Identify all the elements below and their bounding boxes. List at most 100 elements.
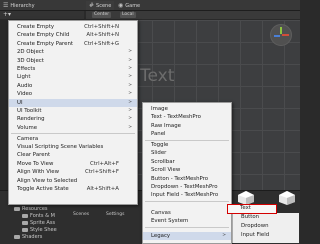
project-folder-resources[interactable]: Resources xyxy=(14,206,48,212)
menu-item-clear-parent[interactable]: Clear Parent xyxy=(9,151,137,159)
menu-item-label: Panel xyxy=(151,131,166,138)
menu-item-rendering[interactable]: Rendering > xyxy=(9,115,137,123)
project-folder-label: Shaders xyxy=(22,234,43,240)
menu-item-label: Scroll View xyxy=(151,167,181,174)
ui-item-button-textmeshpro[interactable]: Button - TextMeshPro xyxy=(143,175,231,183)
menu-item-shortcut: Ctrl+Shift+G xyxy=(83,40,119,47)
menu-item-label: Toggle xyxy=(151,142,169,148)
menu-item-label: Button - TextMeshPro xyxy=(151,175,209,182)
menu-item-label: Audio xyxy=(17,82,33,89)
menu-item-create-empty-parent[interactable]: Create Empty Parent Ctrl+Shift+G xyxy=(9,40,137,48)
menu-item-label: Slider xyxy=(151,150,167,157)
ui-item-panel[interactable]: Panel xyxy=(143,130,231,138)
project-folder-sprite-assets[interactable]: Sprite Ass xyxy=(22,220,55,226)
menu-item-volume[interactable]: Volume > xyxy=(9,124,137,132)
scene-toolbar: Center Local xyxy=(86,11,300,19)
menu-item-label: Effects xyxy=(17,66,36,72)
ui-item-scrollbar[interactable]: Scrollbar xyxy=(143,158,231,166)
menu-item-shortcut: Alt+Shift+N xyxy=(86,32,119,39)
unity-asset-icon[interactable] xyxy=(278,190,296,206)
menu-item-visual-scripting-scene-variables[interactable]: Visual Scripting Scene Variables xyxy=(9,143,137,151)
hierarchy-toolbar: +▾ xyxy=(0,11,84,19)
project-folder-label: Style Shee xyxy=(30,227,57,233)
ui-item-canvas[interactable]: Canvas xyxy=(143,209,231,217)
menu-item-create-empty-child[interactable]: Create Empty Child Alt+Shift+N xyxy=(9,31,137,39)
menu-item-light[interactable]: Light > xyxy=(9,73,137,81)
asset-label-scenes[interactable]: Scenes xyxy=(73,212,89,217)
gamepad-icon: ◉ xyxy=(118,2,124,9)
legacy-item-input-field[interactable]: Input Field xyxy=(241,232,269,238)
menu-item-create-empty[interactable]: Create Empty Ctrl+Shift+N xyxy=(9,23,137,31)
grid-icon: # xyxy=(89,2,95,9)
folder-icon xyxy=(22,228,28,232)
project-folder-style-sheets[interactable]: Style Shee xyxy=(22,227,57,233)
tab-hierarchy-label: Hierarchy xyxy=(10,2,35,9)
chevron-right-icon: > xyxy=(128,49,132,55)
menu-item-label: Clear Parent xyxy=(17,152,51,159)
ui-item-toggle[interactable]: Toggle xyxy=(143,141,231,149)
menu-item-label: Canvas xyxy=(151,210,171,216)
folder-icon xyxy=(22,221,28,225)
menu-item-audio[interactable]: Audio > xyxy=(9,82,137,90)
menu-item-label: Create Empty Child xyxy=(17,32,70,39)
menu-item-label: Align View to Selected xyxy=(17,177,78,184)
ui-item-event-system[interactable]: Event System xyxy=(143,217,231,225)
menu-item-label: UI Toolkit xyxy=(17,108,42,114)
menu-item-move-to-view[interactable]: Move To View Ctrl+Alt+F xyxy=(9,160,137,168)
ui-item-raw-image[interactable]: Raw Image xyxy=(143,122,231,130)
legacy-submenu: Button Dropdown Input Field xyxy=(232,213,299,243)
ui-item-slider[interactable]: Slider xyxy=(143,149,231,157)
asset-label-settings[interactable]: Settings xyxy=(106,212,124,217)
chevron-right-icon: > xyxy=(128,99,132,105)
menu-item-shortcut: Ctrl+Shift+N xyxy=(84,24,119,30)
folder-icon xyxy=(14,207,20,211)
legacy-item-text-highlight[interactable] xyxy=(227,204,277,214)
menu-item-label: Event System xyxy=(151,218,189,225)
menu-item-align-with-view[interactable]: Align With View Ctrl+Shift+F xyxy=(9,168,137,176)
menu-item-camera[interactable]: Camera xyxy=(9,135,137,143)
project-folder-label: Sprite Ass xyxy=(30,220,56,226)
menu-item-label: UI xyxy=(17,99,23,106)
ui-item-dropdown-textmeshpro[interactable]: Dropdown - TextMeshPro xyxy=(143,183,231,191)
menu-item-effects[interactable]: Effects > xyxy=(9,65,137,73)
menu-item-label: Rendering xyxy=(17,116,45,123)
menu-item-3d-object[interactable]: 3D Object > xyxy=(9,57,137,65)
menu-item-toggle-active-state[interactable]: Toggle Active State Alt+Shift+A xyxy=(9,185,137,193)
legacy-item-dropdown[interactable]: Dropdown xyxy=(241,223,269,229)
menu-item-ui[interactable]: UI > xyxy=(9,98,137,107)
menu-item-label: Create Empty xyxy=(17,24,55,30)
project-folder-fonts[interactable]: Fonts & M xyxy=(22,213,55,219)
scene-text-object[interactable]: Text xyxy=(140,66,174,86)
tab-scene[interactable]: # Scene xyxy=(86,1,115,10)
menu-item-label: Scrollbar xyxy=(151,158,175,165)
legacy-item-text[interactable]: Text xyxy=(240,205,251,211)
gameobject-context-menu: Create Empty Ctrl+Shift+N Create Empty C… xyxy=(8,20,138,205)
menu-item-label: Legacy xyxy=(151,233,171,239)
ui-item-text-textmeshpro[interactable]: Text - TextMeshPro xyxy=(143,113,231,121)
pivot-local-button[interactable]: Local xyxy=(120,12,136,18)
chevron-right-icon: > xyxy=(128,74,132,80)
menu-item-video[interactable]: Video > xyxy=(9,90,137,98)
chevron-right-icon: > xyxy=(128,66,132,71)
scene-orientation-gizmo-icon[interactable] xyxy=(270,24,292,46)
menu-item-align-view-to-selected[interactable]: Align View to Selected xyxy=(9,177,137,185)
project-folder-shaders[interactable]: Shaders xyxy=(14,234,42,240)
pivot-center-button[interactable]: Center xyxy=(92,12,112,18)
ui-item-legacy[interactable]: Legacy > xyxy=(143,232,231,241)
ui-item-input-field-textmeshpro[interactable]: Input Field - TextMeshPro xyxy=(143,191,231,199)
ui-submenu: Image Text - TextMeshPro Raw Image Panel… xyxy=(142,102,232,244)
folder-icon xyxy=(14,235,20,239)
ui-item-image[interactable]: Image xyxy=(143,105,231,113)
menu-item-ui-toolkit[interactable]: UI Toolkit > xyxy=(9,107,137,115)
chevron-right-icon: > xyxy=(128,82,132,88)
add-icon[interactable]: +▾ xyxy=(3,11,11,18)
menu-item-label: Create Empty Parent xyxy=(17,40,73,47)
legacy-item-button[interactable]: Button xyxy=(241,214,259,220)
tab-game[interactable]: ◉ Game xyxy=(118,1,140,10)
tab-hierarchy[interactable]: ☰ Hierarchy xyxy=(3,1,35,10)
chevron-right-icon: > xyxy=(128,57,132,63)
chevron-right-icon: > xyxy=(128,124,132,130)
menu-item-label: Toggle Active State xyxy=(17,185,69,192)
ui-item-scroll-view[interactable]: Scroll View xyxy=(143,166,231,174)
menu-item-2d-object[interactable]: 2D Object > xyxy=(9,48,137,56)
